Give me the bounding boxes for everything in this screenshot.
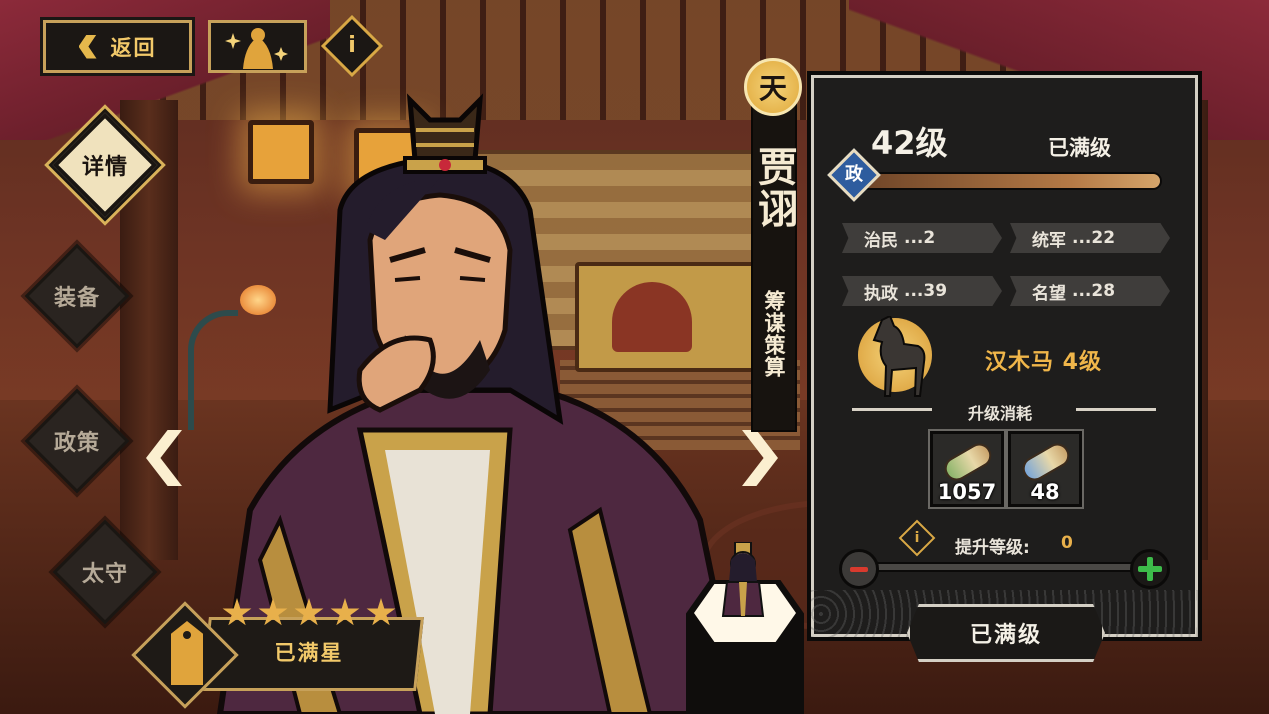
info-icon: i <box>914 530 920 546</box>
minus-icon <box>850 566 868 572</box>
tab-equipment-label: 装备 <box>53 286 100 311</box>
arrow-left-icon <box>78 34 97 59</box>
stat-name: 治民 <box>864 230 898 251</box>
cost-amount: 1057 <box>937 480 997 504</box>
star-status-label: 已满星 <box>274 641 344 665</box>
stat-governance: 治民 ...2 <box>842 223 1002 253</box>
star-icon <box>330 598 360 626</box>
level-value: 42级 <box>871 124 948 162</box>
xp-bar-fill <box>864 174 1160 188</box>
tab-governor-label: 太守 <box>81 562 128 587</box>
stat-prestige: 名望 ...28 <box>1010 276 1170 306</box>
stat-name: 执政 <box>864 283 898 304</box>
star-icon <box>366 598 396 626</box>
back-label: 返回 <box>110 35 157 60</box>
stat-administration: 执政 ...39 <box>842 276 1002 306</box>
cost-amount: 48 <box>1030 480 1060 504</box>
level-slider[interactable] <box>866 562 1138 572</box>
xp-bar <box>862 172 1162 190</box>
chibi-hero-icon[interactable] <box>715 542 771 622</box>
stat-command: 统军 ...22 <box>1010 223 1170 253</box>
max-level-button[interactable]: 已满级 <box>907 604 1105 662</box>
increase-button[interactable] <box>1130 549 1170 589</box>
tab-policy-label: 政策 <box>53 431 100 456</box>
cost-title: 升级消耗 <box>967 404 1032 423</box>
plus-icon <box>1138 557 1162 581</box>
star-rating <box>222 598 396 628</box>
stat-value: ...22 <box>1072 228 1116 248</box>
star-icon <box>222 598 252 626</box>
blue-scroll-icon <box>1018 439 1074 485</box>
raise-level-label: 提升等级: <box>955 538 1030 558</box>
divider <box>1076 408 1156 411</box>
rank-seal: 天 <box>744 58 802 116</box>
attribute-badge-label: 政 <box>845 164 863 185</box>
name-banner <box>751 80 797 432</box>
star-icon <box>258 598 288 626</box>
info-icon: i <box>348 33 356 58</box>
stat-value: ...39 <box>904 281 948 301</box>
hero-token-icon[interactable] <box>171 621 203 685</box>
hero-skin-icon <box>224 27 288 69</box>
decrease-button[interactable] <box>839 549 879 589</box>
raise-level-value: 0 <box>1061 533 1073 553</box>
cost-item[interactable]: 1057 <box>928 429 1006 509</box>
star-icon <box>294 598 324 626</box>
item-name: 汉木马 4级 <box>985 350 1102 375</box>
tab-details-label: 详情 <box>81 155 128 180</box>
hero-title: 筹谋策算 <box>762 290 786 378</box>
stat-name: 名望 <box>1032 283 1066 304</box>
wooden-horse-icon[interactable] <box>868 316 928 398</box>
hero-name: 贾诩 <box>751 146 797 230</box>
stat-name: 统军 <box>1032 230 1066 251</box>
cost-item[interactable]: 48 <box>1006 429 1084 509</box>
level-status: 已满级 <box>1048 136 1111 160</box>
back-button[interactable]: 返回 <box>40 17 195 76</box>
stat-value: ...28 <box>1072 281 1116 301</box>
stat-value: ...2 <box>904 228 936 248</box>
skin-button[interactable] <box>208 20 307 73</box>
divider <box>852 408 932 411</box>
green-scroll-icon <box>940 439 996 485</box>
